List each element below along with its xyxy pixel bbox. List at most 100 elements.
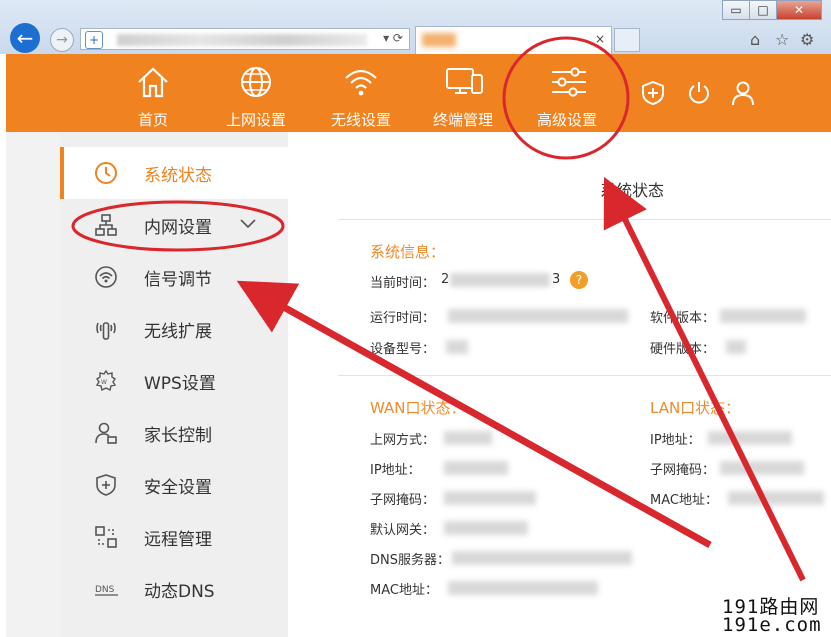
- tab-title-blurred: [422, 33, 456, 47]
- user-icon[interactable]: [730, 80, 756, 106]
- security-shield-icon: [96, 474, 116, 496]
- sidebar-item-signal-adjust[interactable]: 信号调节: [60, 251, 288, 303]
- nav-advanced-settings[interactable]: 高级设置: [522, 54, 612, 132]
- nav-device-management[interactable]: 终端管理: [418, 54, 508, 132]
- sidebar: 系统状态 内网设置 信号调节 无线扩展 W WPS设置 家长控制 安全设置 远程…: [60, 132, 292, 637]
- current-time-value-start: 2: [441, 272, 450, 287]
- sidebar-item-label: 无线扩展: [144, 322, 212, 342]
- lan-mac-label: MAC地址：: [650, 493, 718, 508]
- software-version-blurred: [720, 309, 806, 323]
- clock-icon: [95, 162, 117, 184]
- address-bar[interactable]: + ▾ ⟳: [80, 28, 410, 50]
- chevron-down-icon[interactable]: [240, 219, 256, 229]
- nav-internet-settings[interactable]: 上网设置: [211, 54, 301, 132]
- close-window-button[interactable]: ✕: [776, 0, 822, 20]
- watermark: 191路由网 191e.com: [716, 590, 831, 637]
- lan-mac-blurred: [728, 491, 824, 505]
- dns-icon: DNS: [95, 585, 118, 596]
- wan-ip-label: IP地址：: [370, 463, 421, 478]
- wan-gateway-blurred: [444, 521, 528, 535]
- address-text-blurred: [117, 34, 367, 46]
- wifi-icon: [345, 69, 377, 96]
- wan-connection-type-blurred: [444, 431, 492, 445]
- section-divider: [338, 375, 831, 376]
- sidebar-item-system-status[interactable]: 系统状态: [60, 147, 292, 199]
- sidebar-item-label: 信号调节: [144, 270, 212, 290]
- sidebar-item-wps-settings[interactable]: W WPS设置: [60, 355, 288, 407]
- wan-dns-label: DNS服务器：: [370, 553, 450, 568]
- favorites-star-icon[interactable]: ☆: [775, 30, 789, 49]
- main-content: 系统状态 系统信息： 当前时间： 2 3 ? 运行时间： 设备型号： 软件版本：…: [288, 132, 831, 637]
- sidebar-item-label: WPS设置: [144, 374, 216, 394]
- wan-ip-blurred: [444, 461, 508, 475]
- sliders-icon: [552, 67, 586, 97]
- nav-device-label: 终端管理: [432, 111, 493, 129]
- remote-icon: [95, 526, 117, 548]
- back-button[interactable]: ←: [10, 23, 40, 53]
- lan-status-heading: LAN口状态：: [650, 399, 741, 417]
- wan-connection-type-label: 上网方式：: [370, 433, 436, 448]
- wps-gear-icon: W: [95, 369, 117, 392]
- sidebar-item-label: 系统状态: [144, 166, 212, 186]
- network-icon: [95, 214, 117, 236]
- watermark-line2: 191e.com: [722, 614, 822, 636]
- sidebar-item-wireless-extend[interactable]: 无线扩展: [60, 303, 288, 355]
- sidebar-item-dynamic-dns[interactable]: DNS 动态DNS: [60, 563, 288, 615]
- tab-close-button[interactable]: ×: [595, 32, 605, 46]
- current-time-label: 当前时间：: [370, 276, 436, 291]
- software-version-label: 软件版本：: [650, 311, 716, 326]
- maximize-button[interactable]: □: [749, 0, 777, 20]
- devices-icon: [446, 68, 483, 94]
- minimize-button[interactable]: ▭: [722, 0, 750, 20]
- arrow-right-icon: →: [56, 32, 68, 48]
- shield-plus-icon[interactable]: [640, 80, 666, 106]
- browser-chrome: ▭ □ ✕ ← → + ▾ ⟳ × ⌂ ☆ ⚙: [0, 0, 831, 54]
- wireless-extend-icon: [96, 322, 116, 340]
- nav-wireless-settings[interactable]: 无线设置: [316, 54, 406, 132]
- model-label: 设备型号：: [370, 342, 436, 357]
- wan-subnet-blurred: [444, 491, 536, 505]
- power-icon[interactable]: [686, 80, 712, 106]
- nav-wireless-label: 无线设置: [330, 111, 391, 129]
- sidebar-item-remote-management[interactable]: 远程管理: [60, 511, 288, 563]
- address-controls[interactable]: ▾ ⟳: [383, 31, 403, 45]
- uptime-value-blurred: [448, 309, 628, 323]
- lan-subnet-blurred: [720, 461, 804, 475]
- nav-home[interactable]: 首页: [108, 54, 198, 132]
- home-toolbar-icon[interactable]: ⌂: [750, 30, 760, 49]
- svg-text:DNS: DNS: [95, 585, 115, 595]
- sidebar-item-label: 家长控制: [144, 426, 212, 446]
- wan-status-heading: WAN口状态：: [370, 399, 466, 417]
- wan-dns-blurred: [452, 551, 632, 565]
- sidebar-item-parental-control[interactable]: 家长控制: [60, 407, 288, 459]
- wan-gateway-label: 默认网关：: [370, 523, 436, 538]
- sidebar-item-label: 安全设置: [144, 478, 212, 498]
- hardware-version-blurred: [726, 340, 746, 354]
- wan-mac-blurred: [448, 581, 598, 595]
- arrow-left-icon: ←: [16, 26, 34, 50]
- parent-control-icon: [95, 422, 117, 444]
- current-time-value-end: 3: [552, 272, 561, 287]
- page-title: 系统状态: [600, 181, 665, 200]
- site-security-icon: +: [85, 31, 103, 49]
- title-divider: [338, 219, 831, 220]
- sidebar-item-label: 动态DNS: [144, 582, 215, 602]
- lan-ip-label: IP地址：: [650, 433, 701, 448]
- wan-subnet-label: 子网掩码：: [370, 493, 436, 508]
- model-value-blurred: [446, 340, 468, 354]
- new-tab-button[interactable]: [614, 28, 640, 52]
- sidebar-item-security-settings[interactable]: 安全设置: [60, 459, 288, 511]
- help-icon[interactable]: ?: [570, 271, 588, 289]
- forward-button[interactable]: →: [50, 28, 74, 52]
- lan-subnet-label: 子网掩码：: [650, 463, 716, 478]
- hardware-version-label: 硬件版本：: [650, 342, 716, 357]
- settings-gear-icon[interactable]: ⚙: [800, 30, 814, 49]
- uptime-label: 运行时间：: [370, 311, 436, 326]
- browser-tab[interactable]: ×: [415, 26, 612, 54]
- home-icon: [138, 67, 168, 98]
- system-info-heading: 系统信息：: [370, 243, 446, 261]
- nav-home-label: 首页: [137, 111, 168, 129]
- sidebar-item-lan-settings[interactable]: 内网设置: [60, 199, 288, 251]
- current-time-value-blurred: [450, 273, 550, 287]
- nav-internet-label: 上网设置: [225, 111, 286, 129]
